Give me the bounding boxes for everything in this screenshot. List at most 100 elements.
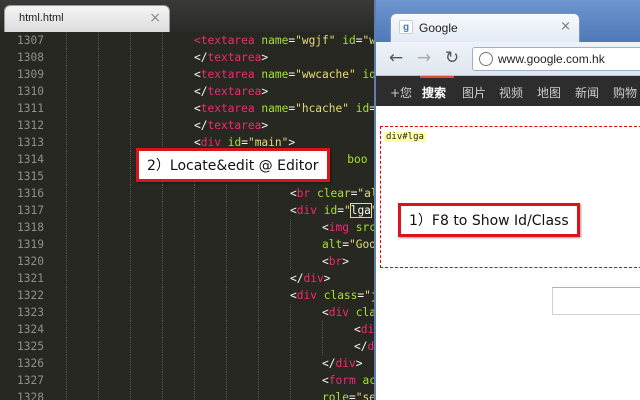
line-number: 1317 xyxy=(17,204,44,217)
code-token: </ xyxy=(194,51,208,64)
indent-guide xyxy=(66,49,67,66)
active-nav-indicator xyxy=(420,76,454,78)
line-number: 1328 xyxy=(17,391,44,400)
gbar-item-shopping[interactable]: 购物 xyxy=(613,84,637,101)
indent-guide xyxy=(162,389,163,400)
code-token: alt xyxy=(322,238,343,251)
indent-guide xyxy=(290,372,291,389)
indent-guide xyxy=(66,270,67,287)
browser-tab-strip: g Google × xyxy=(376,0,640,42)
browser-tab[interactable]: g Google × xyxy=(390,13,580,42)
indent-guide xyxy=(226,321,227,338)
code-text: <textarea name="hcache" id="hca xyxy=(194,100,403,117)
indent-guide xyxy=(66,151,67,168)
indent-guide xyxy=(98,134,99,151)
close-icon[interactable]: × xyxy=(149,10,161,26)
indent-guide xyxy=(194,287,195,304)
indent-guide xyxy=(130,372,131,389)
code-token: br xyxy=(296,187,311,200)
indent-guide xyxy=(290,389,291,400)
gbar-item-plus-you[interactable]: +您 xyxy=(390,84,412,101)
indent-guide xyxy=(162,83,163,100)
code-text: </textarea> xyxy=(194,83,268,100)
code-token: < xyxy=(322,374,329,387)
indent-guide xyxy=(98,338,99,355)
indent-guide xyxy=(162,270,163,287)
code-token: < xyxy=(290,187,297,200)
indent-guide xyxy=(98,185,99,202)
code-token: < xyxy=(290,289,297,302)
indent-guide xyxy=(194,236,195,253)
line-number: 1310 xyxy=(17,85,44,98)
indent-guide xyxy=(130,185,131,202)
line-number: 1308 xyxy=(17,51,44,64)
indent-guide xyxy=(290,236,291,253)
indent-guide xyxy=(130,338,131,355)
indent-guide xyxy=(130,389,131,400)
google-favicon-icon: g xyxy=(399,20,413,34)
line-number: 1326 xyxy=(17,357,44,370)
gbar-item-news[interactable]: 新闻 xyxy=(575,84,599,101)
code-text: <textarea name="wwcache" id="ww xyxy=(194,66,403,83)
indent-guide xyxy=(226,372,227,389)
line-number: 1319 xyxy=(17,238,44,251)
indent-guide xyxy=(130,83,131,100)
indent-guide xyxy=(162,49,163,66)
indent-guide xyxy=(98,32,99,49)
close-icon[interactable]: × xyxy=(560,19,571,34)
indent-guide xyxy=(162,236,163,253)
code-token: name xyxy=(261,68,289,81)
gbar-item-images[interactable]: 图片 xyxy=(462,84,486,101)
lga-highlight-box xyxy=(380,126,640,268)
code-token: < xyxy=(290,204,297,217)
indent-guide xyxy=(98,66,99,83)
indent-guide xyxy=(290,338,291,355)
editor-tab[interactable]: html.html × xyxy=(4,5,170,32)
indent-guide xyxy=(258,202,259,219)
code-token: < xyxy=(194,102,201,115)
code-token: < xyxy=(322,221,329,234)
indent-guide xyxy=(162,32,163,49)
indent-guide xyxy=(290,304,291,321)
forward-arrow-icon[interactable]: → xyxy=(414,48,434,68)
indent-guide xyxy=(66,32,67,49)
reload-icon[interactable]: ↻ xyxy=(442,48,462,68)
indent-guide xyxy=(258,389,259,400)
indent-guide xyxy=(258,253,259,270)
code-token: > xyxy=(323,272,331,285)
indent-guide xyxy=(98,389,99,400)
code-token: img xyxy=(328,221,349,234)
indent-guide xyxy=(66,168,67,185)
code-token: " xyxy=(343,204,351,217)
code-text: <textarea name="wgjf" id="wgjf" xyxy=(194,32,403,49)
code-token: role xyxy=(322,391,349,400)
indent-guide xyxy=(258,304,259,321)
search-input[interactable] xyxy=(552,287,640,315)
back-arrow-icon[interactable]: ← xyxy=(386,48,406,68)
indent-guide xyxy=(130,270,131,287)
code-token: > xyxy=(261,119,269,132)
indent-guide xyxy=(226,389,227,400)
gbar-item-search[interactable]: 搜索 xyxy=(422,84,446,101)
indent-guide xyxy=(130,304,131,321)
indent-guide xyxy=(322,321,323,338)
indent-guide xyxy=(162,287,163,304)
indent-guide xyxy=(226,236,227,253)
code-token: class xyxy=(323,289,358,302)
code-token: < xyxy=(322,306,329,319)
address-bar[interactable]: www.google.com.hk xyxy=(472,47,640,71)
line-number: 1313 xyxy=(17,136,44,149)
code-token: = xyxy=(355,34,363,47)
indent-guide xyxy=(66,304,67,321)
indent-guide xyxy=(226,253,227,270)
code-token: > xyxy=(355,357,363,370)
indent-guide xyxy=(162,185,163,202)
indent-guide xyxy=(98,100,99,117)
indent-guide xyxy=(194,185,195,202)
gbar-item-maps[interactable]: 地图 xyxy=(537,84,561,101)
line-number: 1324 xyxy=(17,323,44,336)
gbar-item-videos[interactable]: 视频 xyxy=(499,84,523,101)
indent-guide xyxy=(194,219,195,236)
